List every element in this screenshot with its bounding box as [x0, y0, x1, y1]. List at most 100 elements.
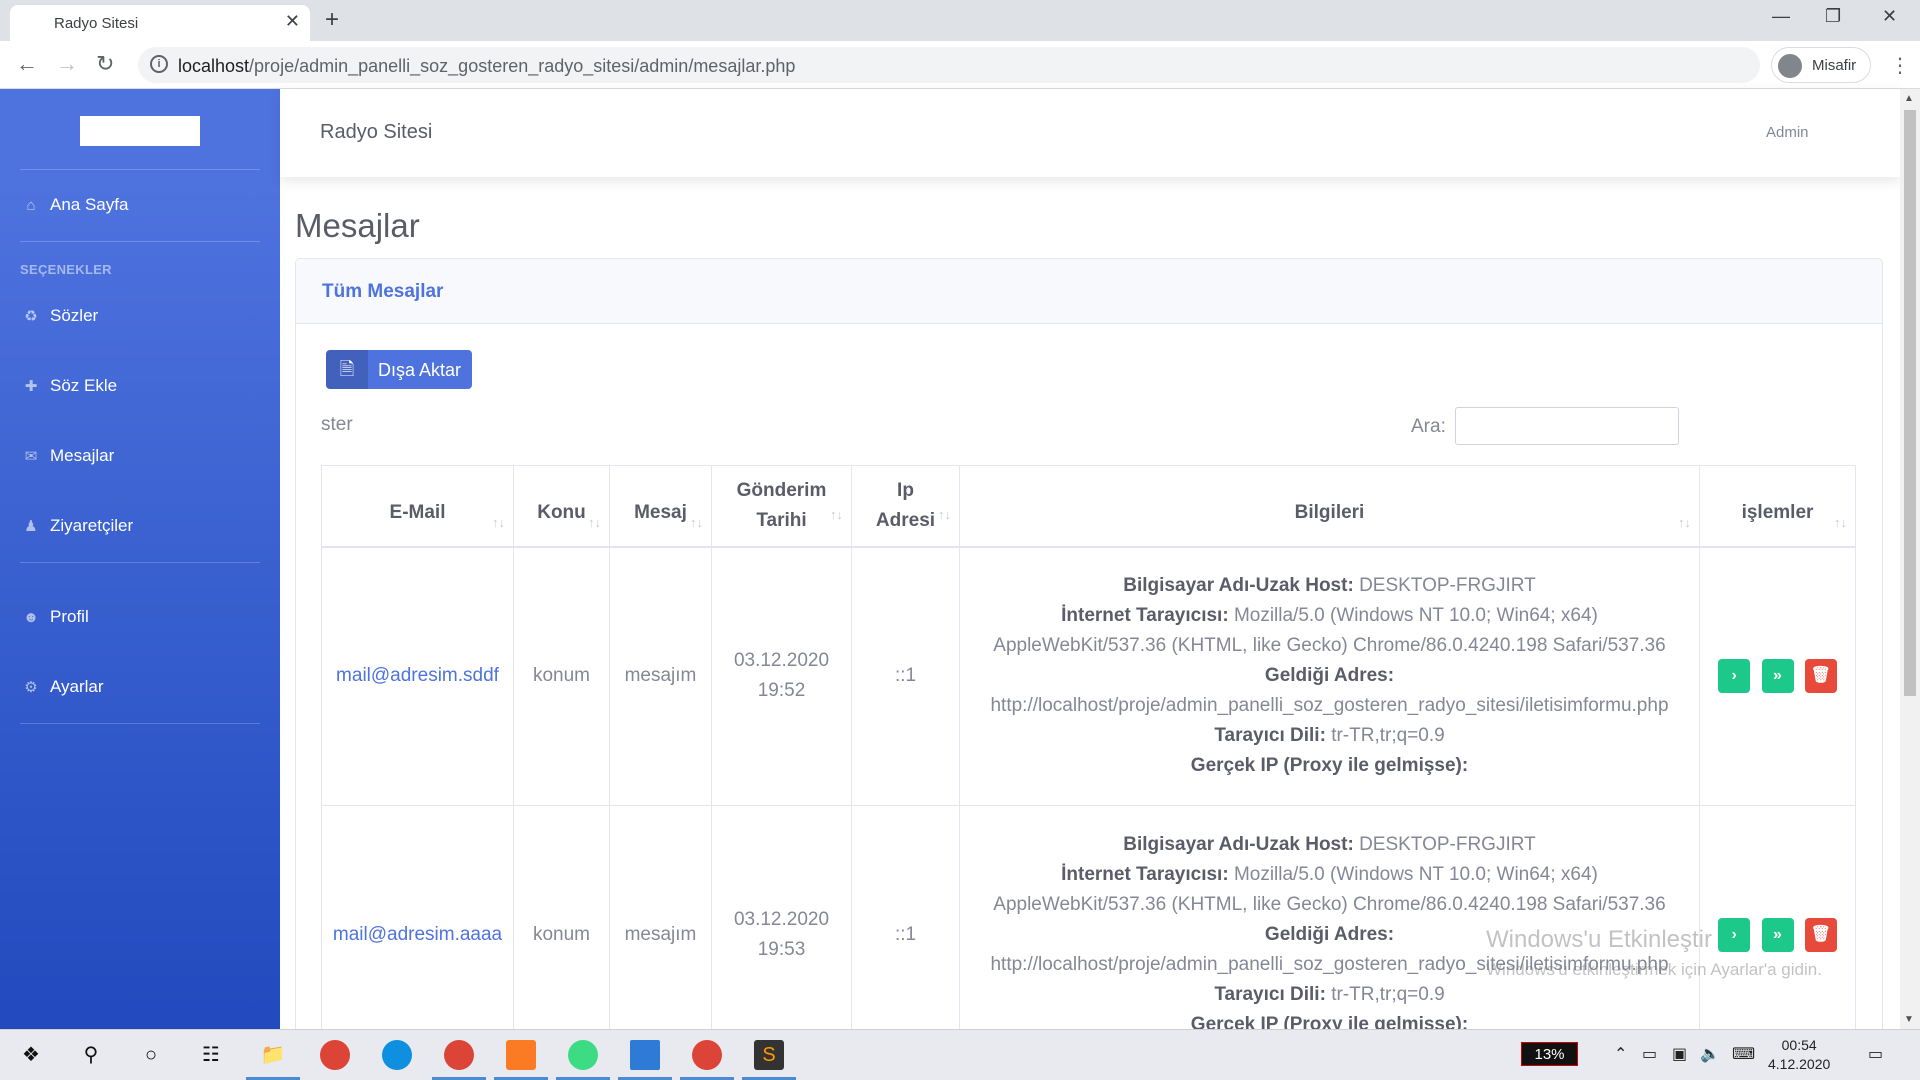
export-button[interactable]: 🗎 Dışa Aktar	[326, 350, 472, 389]
brand-logo[interactable]	[80, 116, 200, 146]
system-clock[interactable]: 00:54 4.12.2020	[1768, 1036, 1830, 1074]
trash-icon: 🗑	[1810, 926, 1831, 943]
info-label: Gerçek IP (Proxy ile gelmişse):	[1190, 755, 1469, 777]
sidebar-item-sozler[interactable]: ♻ Sözler	[20, 301, 98, 331]
network-icon[interactable]: ▣	[1672, 1044, 1687, 1064]
sort-icon: ↑↓	[588, 514, 601, 530]
forward-button[interactable]: »	[1761, 659, 1794, 694]
actions-cell: › » 🗑	[1699, 805, 1856, 1057]
date-value: 03.12.2020	[733, 650, 830, 672]
email-cell[interactable]: mail@adresim.aaaa	[321, 805, 514, 1057]
photos-icon[interactable]	[630, 1040, 660, 1070]
column-header-mesaj[interactable]: Mesaj ↑↓	[609, 465, 712, 548]
view-button[interactable]: ›	[1718, 918, 1751, 952]
sort-icon: ↑↓	[492, 514, 505, 530]
delete-button[interactable]: 🗑	[1804, 659, 1837, 694]
file-explorer-icon[interactable]: 📁	[258, 1040, 288, 1070]
reload-icon[interactable]: ↻	[96, 51, 114, 77]
delete-button[interactable]: 🗑	[1804, 918, 1837, 952]
info-cell: Bilgisayar Adı-Uzak Host: DESKTOP-FRGJIR…	[959, 546, 1700, 806]
sidebar-item-ana-sayfa[interactable]: ⌂ Ana Sayfa	[20, 190, 128, 220]
column-header-ip[interactable]: Ip Adresi ↑↓	[851, 465, 960, 548]
info-value: DESKTOP-FRGJIRT	[1359, 834, 1536, 855]
url-text[interactable]: localhost/proje/admin_panelli_soz_goster…	[178, 56, 795, 77]
cart-icon: ♻	[24, 308, 38, 325]
search-icon[interactable]: ⚲	[76, 1040, 106, 1070]
browser-tab[interactable]: Radyo Sitesi ✕	[10, 5, 310, 41]
url-path: /proje/admin_panelli_soz_gosteren_radyo_…	[249, 56, 796, 76]
time-value: 19:52	[757, 680, 806, 702]
info-value: AppleWebKit/537.36 (KHTML, like Gecko) C…	[993, 894, 1666, 915]
scroll-up-icon[interactable]: ▲	[1904, 93, 1914, 104]
info-value: AppleWebKit/537.36 (KHTML, like Gecko) C…	[993, 635, 1666, 657]
sidebar-item-profil[interactable]: ☻ Profil	[20, 602, 89, 632]
column-header-label: E-Mail	[389, 501, 446, 523]
site-info-icon[interactable]: i	[150, 55, 168, 73]
url-bar[interactable]: i localhost/proje/admin_panelli_soz_gost…	[138, 47, 1760, 83]
keyboard-icon[interactable]: ⌨	[1732, 1044, 1755, 1064]
windows-start-icon[interactable]: ❖	[16, 1040, 46, 1070]
browser-tab-strip: Radyo Sitesi ✕ + — ❐ ✕	[0, 0, 1920, 41]
user-menu[interactable]: Admin	[1766, 124, 1809, 141]
edge-icon[interactable]	[382, 1040, 412, 1070]
sidebar-item-label: Sözler	[50, 306, 99, 325]
minimize-icon[interactable]: —	[1772, 6, 1790, 27]
email-cell[interactable]: mail@adresim.sddf	[321, 546, 514, 806]
battery-indicator[interactable]: 13%	[1521, 1042, 1578, 1066]
column-header-email[interactable]: E-Mail ↑↓	[321, 465, 514, 548]
ip-cell: ::1	[851, 805, 960, 1057]
android-studio-icon[interactable]	[568, 1040, 598, 1070]
mesaj-cell: mesajım	[609, 805, 712, 1057]
sublime-text-icon[interactable]: S	[754, 1040, 784, 1070]
table-row: mail@adresim.sddf konum mesajım 03.12.20…	[321, 546, 1856, 806]
view-button[interactable]: ›	[1718, 659, 1751, 694]
battery-icon[interactable]: ▭	[1642, 1044, 1657, 1064]
sidebar-item-ziyaretciler[interactable]: ♟ Ziyaretçiler	[20, 511, 133, 541]
column-header-label: işlemler	[1741, 501, 1814, 523]
konu-cell: konum	[513, 546, 610, 806]
search-label: Ara:	[1411, 416, 1446, 437]
chrome-icon[interactable]	[692, 1040, 722, 1070]
notifications-icon[interactable]: ▭	[1868, 1044, 1883, 1064]
task-view-icon[interactable]: ☷	[196, 1040, 226, 1070]
volume-icon[interactable]: 🔈	[1700, 1044, 1720, 1064]
scroll-down-icon[interactable]: ▼	[1904, 1014, 1914, 1025]
topbar: Radyo Sitesi Admin	[280, 89, 1900, 177]
column-header-islem[interactable]: işlemler ↑↓	[1699, 465, 1856, 548]
maximize-icon[interactable]: ❐	[1825, 6, 1841, 27]
forward-icon[interactable]: →	[56, 51, 78, 77]
sidebar-divider	[20, 241, 260, 242]
card-header: Tüm Mesajlar	[296, 259, 1882, 324]
back-icon[interactable]: ←	[16, 51, 38, 77]
search-input[interactable]	[1455, 407, 1679, 445]
xampp-icon[interactable]	[506, 1040, 536, 1070]
chrome-icon[interactable]	[320, 1040, 350, 1070]
info-value: tr-TR,tr;q=0.9	[1331, 725, 1445, 747]
profile-button[interactable]: Misafir	[1771, 47, 1871, 83]
sidebar-item-mesajlar[interactable]: ✉ Mesajlar	[20, 441, 115, 471]
forward-button[interactable]: »	[1761, 918, 1794, 952]
sidebar-item-soz-ekle[interactable]: ✚ Söz Ekle	[20, 371, 117, 401]
column-header-bilgi[interactable]: Bilgileri ↑↓	[959, 465, 1700, 548]
chevron-up-icon[interactable]: ⌃	[1614, 1044, 1627, 1064]
close-window-icon[interactable]: ✕	[1882, 6, 1897, 27]
column-header-label: Bilgileri	[1294, 501, 1365, 523]
ip-cell: ::1	[851, 546, 960, 806]
column-header-konu[interactable]: Konu ↑↓	[513, 465, 610, 548]
info-value: Mozilla/5.0 (Windows NT 10.0; Win64; x64…	[1233, 605, 1598, 627]
home-icon: ⌂	[26, 196, 36, 214]
column-header-tarih[interactable]: Gönderim Tarihi ↑↓	[711, 465, 852, 548]
column-header-label: Tarihi	[756, 509, 807, 531]
chrome-icon[interactable]	[444, 1040, 474, 1070]
cortana-icon[interactable]: ○	[136, 1040, 166, 1070]
new-tab-icon[interactable]: +	[325, 6, 339, 34]
sort-icon: ↑↓	[690, 514, 703, 530]
info-label: Tarayıcı Dili:	[1214, 725, 1326, 747]
sidebar-item-ayarlar[interactable]: ⚙ Ayarlar	[20, 672, 103, 702]
date-value: 03.12.2020	[733, 909, 830, 930]
scrollbar-thumb[interactable]	[1904, 110, 1916, 696]
browser-menu-icon[interactable]: ⋮	[1890, 53, 1910, 78]
tab-close-icon[interactable]: ✕	[285, 11, 300, 32]
sidebar-item-label: Mesajlar	[50, 446, 115, 465]
table-header-row: E-Mail ↑↓ Konu ↑↓ Mesaj ↑↓ Gönderim Tarihi ↑↓…	[321, 465, 1856, 548]
